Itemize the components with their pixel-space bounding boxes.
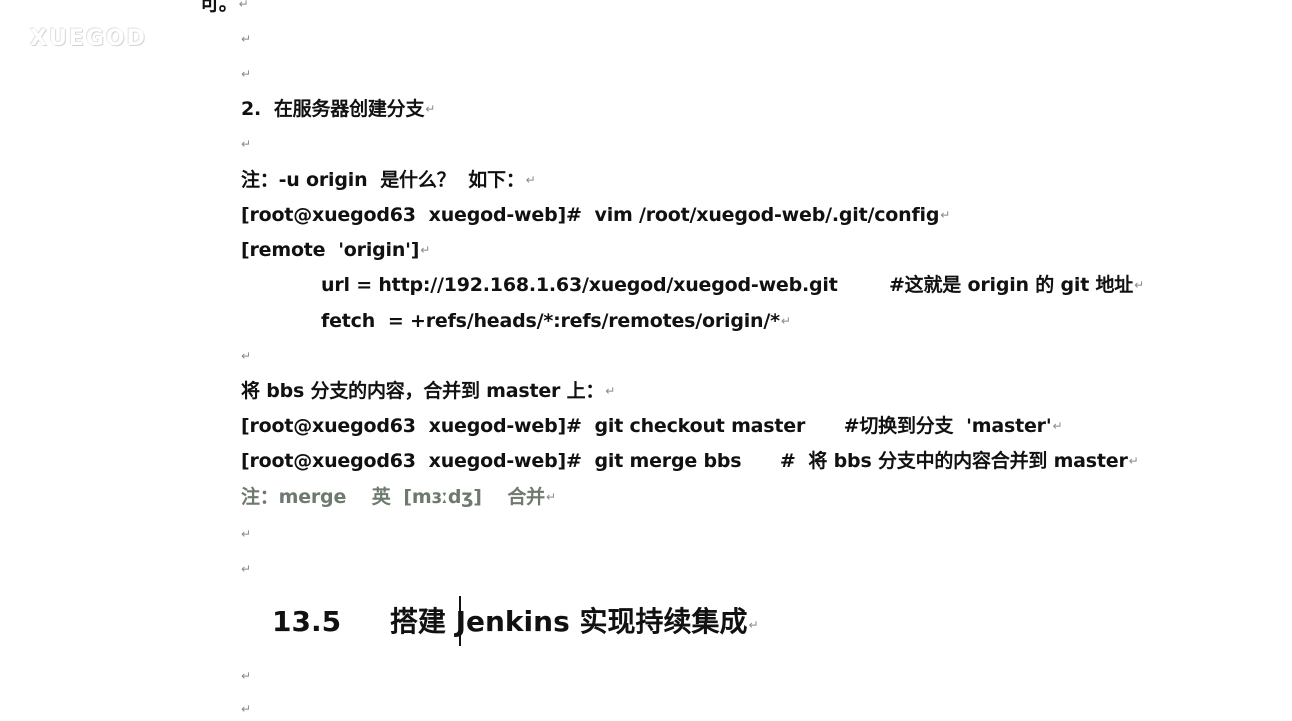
empty-line[interactable]: ↵ — [240, 344, 251, 368]
paragraph-mark-icon: ↵ — [241, 702, 251, 716]
paragraph-mark-icon: ↵ — [545, 490, 556, 504]
paragraph-mark-icon: ↵ — [241, 32, 251, 46]
paragraph-mark-icon: ↵ — [241, 137, 251, 151]
command-line[interactable]: [root@xuegod63 xuegod-web]# vim /root/xu… — [241, 203, 950, 227]
paragraph-mark-icon: ↵ — [241, 67, 251, 81]
section-title[interactable]: 2. 在服务器创建分支↵ — [241, 97, 435, 121]
empty-line[interactable]: ↵ — [240, 697, 251, 721]
config-fetch-line[interactable]: fetch = +refs/heads/*:refs/remotes/origi… — [321, 309, 791, 333]
paragraph-mark-icon: ↵ — [525, 173, 536, 187]
text-cursor — [459, 596, 461, 646]
watermark: XUEGOD — [30, 26, 147, 51]
paragraph-mark-icon: ↵ — [748, 618, 759, 632]
paragraph-mark-icon: ↵ — [420, 243, 431, 257]
empty-line[interactable]: ↵ — [240, 27, 251, 51]
chapter-heading[interactable]: 13.5 搭建 Jenkins 实现持续集成↵ — [272, 604, 759, 643]
empty-line[interactable]: ↵ — [240, 664, 251, 688]
paragraph-mark-icon: ↵ — [241, 669, 251, 683]
command-line[interactable]: [root@xuegod63 xuegod-web]# git merge bb… — [241, 449, 1139, 473]
paragraph-mark-icon: ↵ — [241, 527, 251, 541]
empty-line[interactable]: ↵ — [240, 522, 251, 546]
paragraph-mark-icon: ↵ — [780, 314, 791, 328]
empty-line[interactable]: ↵ — [240, 557, 251, 581]
paragraph-mark-icon: ↵ — [241, 349, 251, 363]
paragraph-mark-icon: ↵ — [1052, 419, 1063, 433]
empty-line[interactable]: ↵ — [240, 132, 251, 156]
note-line[interactable]: 注：merge 英 [mɜːdʒ] 合并↵ — [241, 485, 556, 509]
empty-line[interactable]: ↵ — [240, 62, 251, 86]
paragraph-mark-icon: ↵ — [238, 0, 249, 11]
config-section-line[interactable]: [remote 'origin']↵ — [241, 238, 430, 262]
paragraph-mark-icon: ↵ — [940, 208, 951, 222]
paragraph-mark-icon: ↵ — [1134, 278, 1144, 292]
paragraph-mark-icon: ↵ — [241, 562, 251, 576]
command-line[interactable]: [root@xuegod63 xuegod-web]# git checkout… — [241, 414, 1063, 438]
config-url-line[interactable]: url = http://192.168.1.63/xuegod/xuegod-… — [321, 273, 1144, 297]
paragraph-mark-icon: ↵ — [1128, 454, 1139, 468]
text-line[interactable]: 将 bbs 分支的内容，合并到 master 上：↵ — [241, 379, 615, 403]
paragraph-mark-icon: ↵ — [605, 384, 616, 398]
document-page: XUEGOD 可。↵ ↵ ↵ 2. 在服务器创建分支↵ ↵ 注：-u origi… — [0, 0, 1292, 716]
text-line[interactable]: 可。↵ — [200, 0, 249, 16]
note-line[interactable]: 注：-u origin 是什么？ 如下：↵ — [241, 168, 536, 192]
paragraph-mark-icon: ↵ — [425, 102, 436, 116]
